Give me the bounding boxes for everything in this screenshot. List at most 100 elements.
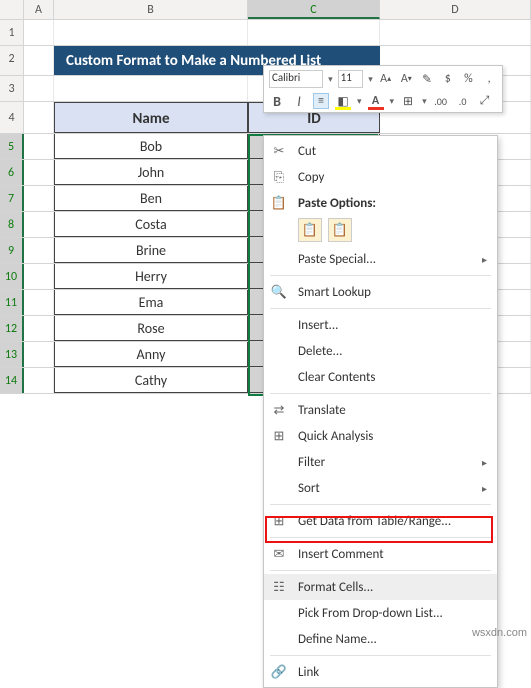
cell[interactable] <box>380 20 531 45</box>
cell[interactable] <box>24 102 54 133</box>
menu-get-data[interactable]: ⊞ Get Data from Table/Range... <box>264 508 497 534</box>
cell[interactable] <box>54 76 248 101</box>
italic-button[interactable]: I <box>291 93 307 109</box>
col-header-b[interactable]: B <box>54 0 248 19</box>
size-dropdown-icon[interactable]: ▾ <box>368 74 373 85</box>
row-header[interactable]: 1 <box>0 20 24 45</box>
cell[interactable] <box>24 290 54 315</box>
align-center-button[interactable]: ≡ <box>313 93 329 109</box>
decrease-decimal-icon[interactable]: .0 <box>455 93 471 109</box>
merge-center-icon[interactable]: ⤢ <box>477 93 493 109</box>
row-header[interactable]: 5 <box>0 134 24 159</box>
row-header[interactable]: 7 <box>0 186 24 211</box>
row-header[interactable]: 4 <box>0 102 24 133</box>
dropdown-icon[interactable]: ▾ <box>357 96 362 107</box>
row-header[interactable]: 3 <box>0 76 24 101</box>
cell[interactable] <box>54 20 248 45</box>
font-size-input[interactable]: 11 <box>338 70 364 88</box>
menu-filter[interactable]: Filter ▸ <box>264 449 497 475</box>
row-header[interactable]: 8 <box>0 212 24 237</box>
cell[interactable] <box>24 134 54 159</box>
name-cell[interactable]: Brine <box>54 238 248 263</box>
menu-cut[interactable]: ✂ Cut <box>264 138 497 164</box>
accounting-format-icon[interactable]: $ <box>440 71 456 87</box>
menu-clear-contents[interactable]: Clear Contents <box>264 364 497 390</box>
menu-sort[interactable]: Sort ▸ <box>264 475 497 501</box>
cell[interactable] <box>24 20 54 45</box>
lookup-icon: 🔍 <box>268 283 290 301</box>
cell[interactable] <box>24 238 54 263</box>
name-cell[interactable]: Rose <box>54 316 248 341</box>
cell[interactable] <box>24 186 54 211</box>
col-header-c[interactable]: C <box>248 0 380 19</box>
name-cell[interactable]: Bob <box>54 134 248 159</box>
cell[interactable] <box>24 46 54 75</box>
percent-format-icon[interactable]: % <box>461 71 477 87</box>
cell[interactable] <box>24 212 54 237</box>
menu-separator <box>270 504 491 505</box>
submenu-arrow-icon: ▸ <box>482 482 487 495</box>
menu-define-name[interactable]: Define Name... <box>264 626 497 652</box>
header-name[interactable]: Name <box>54 102 248 133</box>
row-header[interactable]: 11 <box>0 290 24 315</box>
row-header[interactable]: 9 <box>0 238 24 263</box>
name-cell[interactable]: Ema <box>54 290 248 315</box>
fill-color-button[interactable]: ◧ <box>335 93 351 109</box>
paste-option-2[interactable]: 📋 <box>328 218 352 242</box>
translate-icon: ⇄ <box>268 401 290 419</box>
name-cell[interactable]: Herry <box>54 264 248 289</box>
menu-filter-label: Filter <box>298 455 325 470</box>
increase-decimal-icon[interactable]: .00 <box>433 93 449 109</box>
cell[interactable] <box>24 264 54 289</box>
menu-paste-special[interactable]: Paste Special... ▸ <box>264 246 497 272</box>
paste-option-1[interactable]: 📋 <box>298 218 322 242</box>
row-header[interactable]: 2 <box>0 46 24 75</box>
name-cell[interactable]: John <box>54 160 248 185</box>
bold-button[interactable]: B <box>269 93 285 109</box>
cell[interactable] <box>24 76 54 101</box>
row-header[interactable]: 14 <box>0 368 24 393</box>
menu-link[interactable]: 🔗 Link <box>264 659 497 685</box>
font-name-input[interactable]: Calibri <box>269 70 323 88</box>
context-menu: ✂ Cut ⎘ Copy 📋 Paste Options: 📋 📋 Paste … <box>263 135 498 688</box>
row-header[interactable]: 13 <box>0 342 24 367</box>
format-painter-icon[interactable]: ✎ <box>419 71 435 87</box>
menu-copy[interactable]: ⎘ Copy <box>264 164 497 190</box>
menu-insert[interactable]: Insert... <box>264 312 497 338</box>
menu-define-name-label: Define Name... <box>298 632 377 647</box>
borders-button[interactable]: ⊞ <box>400 93 416 109</box>
dropdown-icon[interactable]: ▾ <box>422 96 427 107</box>
cell[interactable] <box>24 316 54 341</box>
quick-analysis-icon: ⊞ <box>268 427 290 445</box>
decrease-font-icon[interactable]: A▾ <box>398 71 414 87</box>
menu-sort-label: Sort <box>298 481 320 496</box>
cell[interactable] <box>248 20 380 45</box>
cell[interactable] <box>24 160 54 185</box>
menu-delete[interactable]: Delete... <box>264 338 497 364</box>
name-cell[interactable]: Costa <box>54 212 248 237</box>
menu-insert-comment[interactable]: ✉ Insert Comment <box>264 541 497 567</box>
row-header[interactable]: 10 <box>0 264 24 289</box>
row-header[interactable]: 6 <box>0 160 24 185</box>
cell[interactable] <box>24 342 54 367</box>
font-color-button[interactable]: A <box>368 93 384 109</box>
col-header-d[interactable]: D <box>380 0 531 19</box>
row-header[interactable]: 12 <box>0 316 24 341</box>
select-all-corner[interactable] <box>0 0 24 19</box>
menu-quick-analysis[interactable]: ⊞ Quick Analysis <box>264 423 497 449</box>
table-icon: ⊞ <box>268 512 290 530</box>
name-cell[interactable]: Ben <box>54 186 248 211</box>
cell[interactable] <box>24 368 54 393</box>
name-cell[interactable]: Anny <box>54 342 248 367</box>
menu-translate[interactable]: ⇄ Translate <box>264 397 497 423</box>
col-header-a[interactable]: A <box>24 0 54 19</box>
comma-format-icon[interactable]: , <box>481 71 497 87</box>
menu-format-cells[interactable]: ☷ Format Cells... <box>264 574 497 600</box>
font-dropdown-icon[interactable]: ▾ <box>328 74 333 85</box>
menu-smart-lookup[interactable]: 🔍 Smart Lookup <box>264 279 497 305</box>
increase-font-icon[interactable]: A▴ <box>378 71 394 87</box>
name-cell[interactable]: Cathy <box>54 368 248 393</box>
paste-icon: 📋 <box>268 194 290 212</box>
dropdown-icon[interactable]: ▾ <box>390 96 395 107</box>
menu-pick-list[interactable]: Pick From Drop-down List... <box>264 600 497 626</box>
